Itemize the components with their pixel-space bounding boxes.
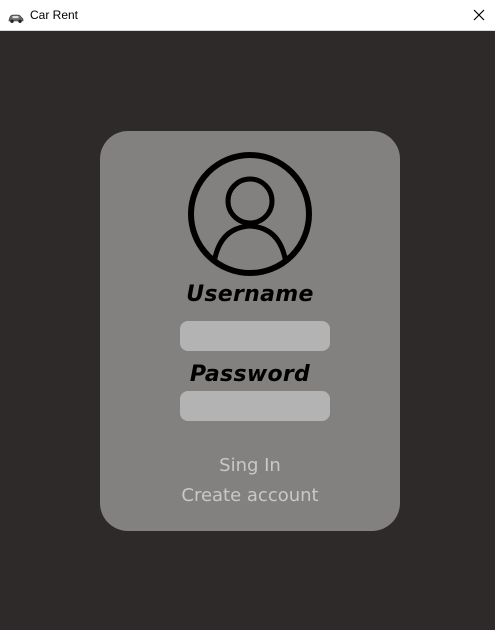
- close-icon: [473, 9, 485, 21]
- password-input[interactable]: [180, 391, 330, 421]
- username-label: Username: [186, 282, 314, 307]
- login-card: Username Password Sing In Create account: [100, 131, 400, 531]
- create-account-link[interactable]: Create account: [100, 485, 400, 506]
- close-button[interactable]: [463, 0, 495, 30]
- app-window: Car Rent Username Password Sing In Creat…: [0, 0, 495, 630]
- user-avatar-icon: [188, 152, 312, 276]
- title-bar: Car Rent: [0, 0, 495, 31]
- username-input[interactable]: [180, 321, 330, 351]
- window-title: Car Rent: [30, 8, 79, 22]
- password-label: Password: [189, 362, 311, 387]
- sign-in-button[interactable]: Sing In: [100, 455, 400, 476]
- car-icon: [8, 9, 24, 23]
